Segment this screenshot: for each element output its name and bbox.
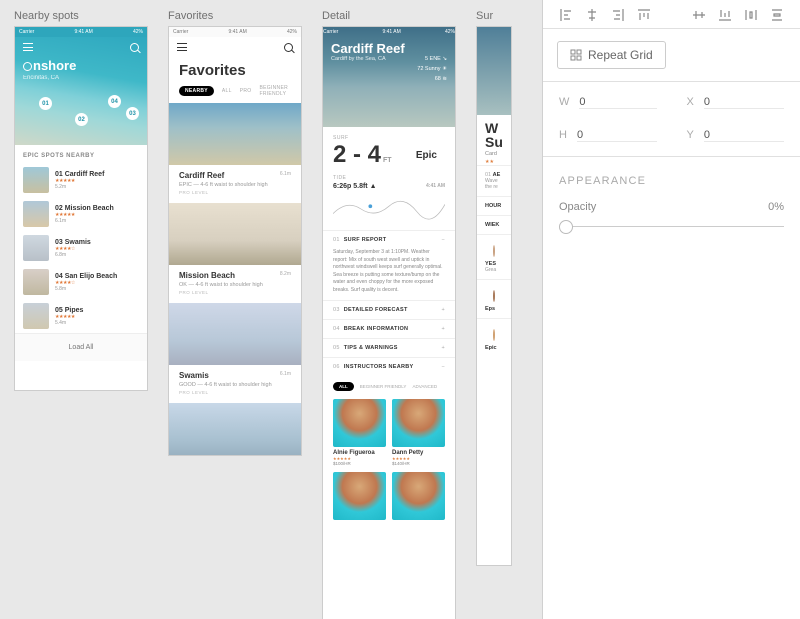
water-icon: ≋ (442, 76, 447, 82)
page-title: Favorites (169, 58, 301, 85)
spot-row[interactable]: 02 Mission Beach★★★★★6.1m (15, 197, 147, 231)
align-center-h-icon[interactable] (579, 6, 605, 24)
opacity-slider[interactable] (559, 219, 784, 235)
artboard-surf-partial[interactable]: WSu Card ★★ 01 AEWave the re HOUR WIEK Y… (476, 26, 512, 566)
inst-filter-all[interactable]: ALL (333, 382, 354, 391)
x-field[interactable]: X0 (687, 96, 785, 109)
align-top-icon[interactable] (631, 6, 657, 24)
menu-icon[interactable] (177, 43, 187, 51)
opacity-value: 0% (768, 201, 784, 213)
artboard-label-favorites[interactable]: Favorites (168, 10, 302, 22)
spot-row[interactable]: 03 Swamis★★★★☆6.8m (15, 231, 147, 265)
report-body: Saturday, September 3 at 1:10PM. Weather… (323, 249, 455, 300)
surf-range: 2 - 4 (333, 143, 381, 167)
menu-icon[interactable] (23, 43, 33, 51)
map-pin[interactable]: 04 (108, 95, 121, 108)
app-logo: nshore (15, 58, 147, 73)
map-pin[interactable]: 02 (75, 113, 88, 126)
slider-thumb[interactable] (559, 220, 573, 234)
instructor-card[interactable]: Dann Petty★★★★★$140/HR (392, 399, 445, 466)
accordion-forecast[interactable]: 03DETAILED FORECAST+ (323, 300, 455, 319)
load-all-button[interactable]: Load All (15, 333, 147, 361)
wind-icon: ↘ (442, 56, 447, 62)
favorite-card[interactable]: Swamis6.1m GOOD — 4-6 ft waist to should… (169, 303, 301, 403)
distribute-v-icon[interactable] (764, 6, 790, 24)
artboard-nearby[interactable]: Carrier 9:41 AM 42% nshore Encinitas, CA… (14, 26, 148, 391)
appearance-heading: APPEARANCE (543, 157, 800, 193)
design-canvas[interactable]: Nearby spots Carrier 9:41 AM 42% nshore … (0, 0, 542, 619)
surf-rating: Epic (416, 150, 445, 161)
section-heading: EPIC SPOTS NEARBY (15, 145, 147, 163)
width-field[interactable]: W0 (559, 96, 657, 109)
favorite-card[interactable] (169, 403, 301, 456)
spot-row[interactable]: 01 Cardiff Reef★★★★★5.2m (15, 163, 147, 197)
statusbar-batt: 42% (133, 29, 143, 35)
inspector-panel: Repeat Grid W0 X0 H0 Y0 APPEARANCE Opaci… (542, 0, 800, 619)
conditions: 5 ENE ↘ 72 Sunny ☀ 68 ≋ (417, 55, 447, 85)
accordion-instructors[interactable]: 06INSTRUCTORS NEARBY− (323, 357, 455, 376)
artboard-detail[interactable]: Carrier 9:41 AM 42% Cardiff Reef Cardiff… (322, 26, 456, 619)
instructor-card[interactable]: Alnie Figueroa★★★★★$100/HR (333, 399, 386, 466)
accordion-break[interactable]: 04BREAK INFORMATION+ (323, 319, 455, 338)
tide-chart (333, 194, 445, 224)
artboard-label-surf[interactable]: Sur (476, 10, 512, 22)
align-middle-icon[interactable] (686, 6, 712, 24)
search-icon[interactable] (130, 43, 139, 52)
spot-row[interactable]: 04 San Elijo Beach★★★★☆5.8m (15, 265, 147, 299)
align-toolbar (543, 0, 800, 29)
favorite-card[interactable]: Mission Beach8.2m OK — 4-6 ft waist to s… (169, 203, 301, 303)
map-pin[interactable]: 01 (39, 97, 52, 110)
accordion-report[interactable]: 01SURF REPORT− (323, 230, 455, 249)
repeat-grid-button[interactable]: Repeat Grid (557, 41, 666, 69)
instructor-card[interactable] (392, 472, 445, 520)
artboard-label-nearby[interactable]: Nearby spots (14, 10, 148, 22)
statusbar-time: 9:41 AM (74, 29, 92, 35)
search-icon[interactable] (284, 43, 293, 52)
location-text: Encinitas, CA (15, 73, 147, 81)
filter-nearby[interactable]: NEARBY (179, 86, 214, 96)
instructor-card[interactable] (333, 472, 386, 520)
map-pin[interactable]: 03 (126, 107, 139, 120)
align-right-icon[interactable] (605, 6, 631, 24)
align-bottom-icon[interactable] (712, 6, 738, 24)
distribute-h-icon[interactable] (738, 6, 764, 24)
accordion-tips[interactable]: 05TIPS & WARNINGS+ (323, 338, 455, 357)
sun-icon: ☀ (442, 66, 447, 72)
height-field[interactable]: H0 (559, 129, 657, 142)
align-left-icon[interactable] (553, 6, 579, 24)
favorite-card[interactable]: Cardiff Reef6.1m EPIC — 4-6 ft waist to … (169, 103, 301, 203)
filter-tabs[interactable]: NEARBY ALL PRO BEGINNER FRIENDLY (169, 85, 301, 103)
detail-title: Cardiff Reef (331, 41, 447, 56)
artboard-label-detail[interactable]: Detail (322, 10, 456, 22)
statusbar-carrier: Carrier (19, 29, 34, 35)
artboard-favorites[interactable]: Carrier 9:41 AM 42% Favorites NEARBY ALL… (168, 26, 302, 456)
spot-row[interactable]: 05 Pipes★★★★★5.4m (15, 299, 147, 333)
y-field[interactable]: Y0 (687, 129, 785, 142)
